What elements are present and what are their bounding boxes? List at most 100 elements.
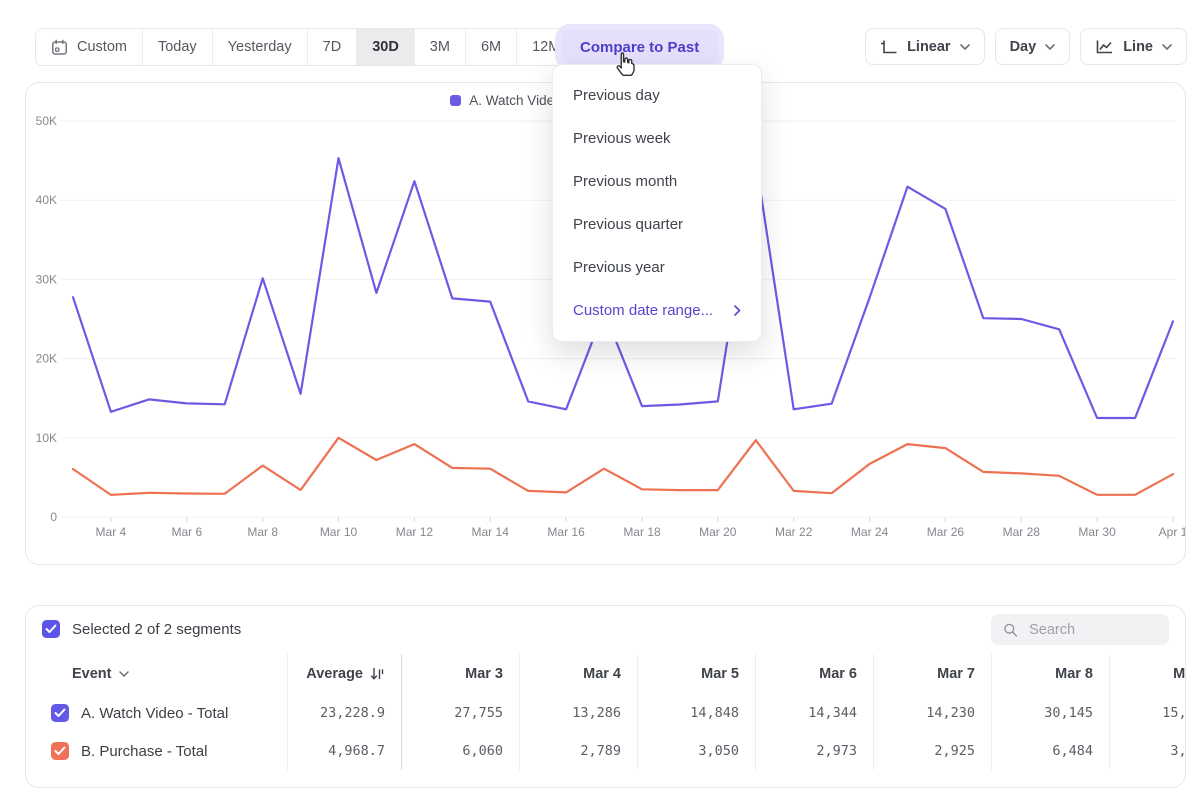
date-header-label: Mar 3 — [465, 666, 503, 682]
calendar-icon — [51, 39, 68, 56]
segment-checkbox[interactable] — [51, 742, 69, 760]
date-header-label: Mar 8 — [1055, 666, 1093, 682]
range-button-today[interactable]: Today — [143, 29, 213, 65]
range-button-yesterday[interactable]: Yesterday — [213, 29, 308, 65]
range-button-label: 12M — [532, 39, 560, 55]
chart-type-select[interactable]: Line — [1080, 28, 1187, 65]
range-button-30d[interactable]: 30D — [357, 29, 415, 65]
x-axis-label: Mar 18 — [623, 525, 661, 539]
cell-value: 3,050 — [698, 743, 739, 759]
chevron-right-icon — [734, 305, 741, 316]
cell-value: 3,404 — [1170, 743, 1186, 759]
y-axis-label: 0 — [50, 510, 57, 524]
value-cell: 13,286 — [520, 694, 638, 732]
interval-label: Day — [1010, 39, 1037, 55]
menu-item-custom-date-range[interactable]: Custom date range... — [553, 289, 761, 332]
check-icon — [54, 708, 66, 718]
value-cell: 3,404 — [1110, 732, 1186, 770]
range-button-label: 30D — [372, 39, 399, 55]
column-header-mar-6: Mar 6 — [756, 654, 874, 694]
x-axis-label: Mar 28 — [1003, 525, 1041, 539]
value-cell: 30,145 — [992, 694, 1110, 732]
value-cell: 2,973 — [756, 732, 874, 770]
range-button-label: 7D — [323, 39, 342, 55]
segments-summary: Selected 2 of 2 segments — [42, 620, 241, 638]
segment-checkbox[interactable] — [51, 704, 69, 722]
x-axis-label: Mar 12 — [396, 525, 434, 539]
range-button-label: Yesterday — [228, 39, 292, 55]
date-header-label: Mar 9 — [1173, 666, 1186, 682]
line-chart-icon — [1095, 39, 1114, 55]
cell-value: 2,925 — [934, 743, 975, 759]
date-header-label: Mar 7 — [937, 666, 975, 682]
value-cell: 3,050 — [638, 732, 756, 770]
menu-item-previous-month[interactable]: Previous month — [553, 160, 761, 203]
table-row-event-cell: A. Watch Video - Total — [41, 694, 288, 732]
column-header-average[interactable]: Average — [288, 654, 402, 694]
column-header-event[interactable]: Event — [41, 654, 288, 694]
search-box[interactable] — [991, 614, 1169, 645]
menu-item-previous-year[interactable]: Previous year — [553, 246, 761, 289]
value-cell: 6,484 — [992, 732, 1110, 770]
value-cell: 27,755 — [402, 694, 520, 732]
column-header-mar-3: Mar 3 — [402, 654, 520, 694]
x-axis-label: Mar 30 — [1078, 525, 1116, 539]
average-value-cell: 4,968.7 — [288, 732, 402, 770]
average-value: 4,968.7 — [328, 743, 385, 759]
menu-item-label: Previous month — [573, 173, 677, 190]
date-header-label: Mar 5 — [701, 666, 739, 682]
y-axis-label: 50K — [36, 114, 57, 128]
compare-to-past-menu: Previous day Previous week Previous month P… — [552, 64, 762, 342]
y-axis-label: 10K — [36, 431, 57, 445]
interval-select[interactable]: Day — [995, 28, 1071, 65]
event-header-label: Event — [72, 666, 112, 682]
select-all-checkbox[interactable] — [42, 620, 60, 638]
x-axis-label: Mar 14 — [472, 525, 510, 539]
scale-select[interactable]: Linear — [865, 28, 985, 65]
average-header-label: Average — [306, 666, 363, 682]
custom-date-range-label: Custom date range... — [573, 302, 713, 319]
column-header-mar-7: Mar 7 — [874, 654, 992, 694]
selected-segments-text: Selected 2 of 2 segments — [72, 621, 241, 638]
x-axis-label: Mar 22 — [775, 525, 813, 539]
menu-item-label: Previous week — [573, 130, 671, 147]
segments-card: Selected 2 of 2 segments Event Average Mar… — [25, 605, 1186, 788]
chevron-down-icon — [119, 671, 129, 677]
cell-value: 14,848 — [690, 705, 739, 721]
value-cell: 6,060 — [402, 732, 520, 770]
search-icon — [1003, 621, 1018, 639]
chart-controls: Linear Day Line — [865, 28, 1187, 65]
search-input[interactable] — [1027, 621, 1157, 639]
menu-item-previous-day[interactable]: Previous day — [553, 74, 761, 117]
cell-value: 27,755 — [454, 705, 503, 721]
x-axis-label: Mar 4 — [96, 525, 127, 539]
menu-item-label: Previous year — [573, 259, 665, 276]
cell-value: 2,973 — [816, 743, 857, 759]
check-icon — [54, 746, 66, 756]
date-range-group: Custom Today Yesterday 7D 30D 3M6M 12M — [35, 28, 576, 66]
column-header-mar-9: Mar 9 — [1110, 654, 1186, 694]
x-axis-label: Apr 1 — [1159, 525, 1185, 539]
series-line-b-purchase-total — [73, 438, 1173, 495]
cell-value: 14,344 — [808, 705, 857, 721]
value-cell: 15,557 — [1110, 694, 1186, 732]
chevron-down-icon — [1162, 44, 1172, 50]
compare-to-past-button[interactable]: Compare to Past — [561, 30, 718, 64]
range-button-7d[interactable]: 7D — [308, 29, 358, 65]
x-axis-label: Mar 24 — [851, 525, 889, 539]
x-axis-label: Mar 10 — [320, 525, 358, 539]
chevron-down-icon — [960, 44, 970, 50]
cell-value: 6,484 — [1052, 743, 1093, 759]
cell-value: 14,230 — [926, 705, 975, 721]
menu-item-previous-quarter[interactable]: Previous quarter — [553, 203, 761, 246]
range-button-3m[interactable]: 3M — [415, 29, 466, 65]
y-axis-label: 20K — [36, 352, 57, 366]
range-button-custom[interactable]: Custom — [36, 29, 143, 65]
sort-descending-icon — [370, 667, 385, 681]
menu-item-previous-week[interactable]: Previous week — [553, 117, 761, 160]
range-button-label: Today — [158, 39, 197, 55]
segment-label: A. Watch Video - Total — [81, 705, 228, 722]
value-cell: 14,344 — [756, 694, 874, 732]
range-button-6m[interactable]: 6M — [466, 29, 517, 65]
cell-value: 2,789 — [580, 743, 621, 759]
